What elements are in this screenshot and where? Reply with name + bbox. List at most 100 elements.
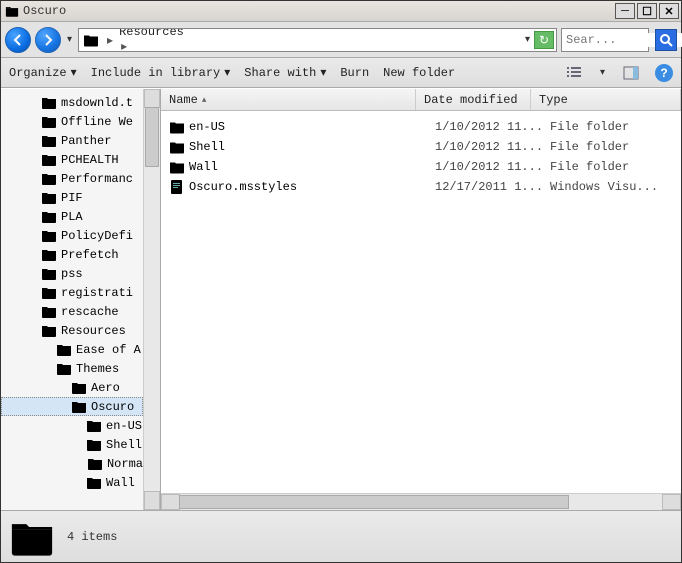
new-folder-button[interactable]: New folder	[383, 66, 455, 80]
folder-icon	[41, 134, 57, 147]
folder-icon	[87, 457, 103, 470]
tree-item[interactable]: Aero	[1, 378, 143, 397]
folder-icon	[56, 343, 72, 356]
navigation-tree: msdownld.t Offline We Panther PCHEALTH Perfo…	[1, 89, 161, 510]
file-type: File folder	[550, 120, 681, 134]
file-row[interactable]: en-US1/10/2012 11...File folder	[161, 117, 681, 137]
title-bar[interactable]: Oscuro ─ ☐ ✕	[1, 1, 681, 22]
tree-item[interactable]: Resources	[1, 321, 143, 340]
tree-item[interactable]: Offline We	[1, 112, 143, 131]
tree-item-label: Norma	[107, 457, 143, 471]
file-date: 1/10/2012 11...	[435, 140, 550, 154]
tree-item-label: Aero	[91, 381, 120, 395]
status-text: 4 items	[67, 530, 117, 544]
tree-item-label: PCHEALTH	[61, 153, 119, 167]
organize-menu[interactable]: Organize ▾	[9, 65, 77, 80]
tree-item-label: Offline We	[61, 115, 133, 129]
tree-item[interactable]: pss	[1, 264, 143, 283]
folder-icon	[86, 419, 102, 432]
view-options-button[interactable]	[564, 63, 584, 83]
tree-item[interactable]: msdownld.t	[1, 93, 143, 112]
file-row[interactable]: Oscuro.msstyles12/17/2011 1...Windows Vi…	[161, 177, 681, 197]
back-button[interactable]	[5, 27, 31, 53]
window-title: Oscuro	[23, 4, 613, 18]
folder-icon	[169, 119, 185, 135]
tree-item[interactable]: Themes	[1, 359, 143, 378]
file-row[interactable]: Shell1/10/2012 11...File folder	[161, 137, 681, 157]
folder-icon	[41, 96, 57, 109]
file-icon	[169, 179, 185, 195]
tree-item[interactable]: en-US	[1, 416, 143, 435]
tree-item-label: Themes	[76, 362, 119, 376]
folder-icon	[41, 248, 57, 261]
column-header-type[interactable]: Type	[531, 89, 681, 110]
folder-icon	[41, 153, 57, 166]
address-bar[interactable]: ▸ (C:) GLaDOS▸Windows▸Resources▸Themes▸O…	[78, 28, 557, 52]
history-dropdown[interactable]: ▾	[65, 30, 74, 50]
folder-icon	[41, 286, 57, 299]
tree-item[interactable]: rescache	[1, 302, 143, 321]
column-header-name[interactable]: Name▴	[161, 89, 416, 110]
folder-icon	[56, 362, 72, 375]
breadcrumb-sep[interactable]: ▸	[103, 33, 117, 47]
help-button[interactable]: ?	[655, 64, 673, 82]
hscroll-thumb[interactable]	[179, 495, 569, 509]
minimize-button[interactable]: ─	[615, 3, 635, 19]
tree-scrollbar[interactable]	[143, 89, 160, 510]
tree-item[interactable]: registrati	[1, 283, 143, 302]
view-options-dropdown[interactable]: ▾	[598, 63, 607, 83]
forward-button[interactable]	[35, 27, 61, 53]
tree-item[interactable]: PolicyDefi	[1, 226, 143, 245]
address-history-dropdown[interactable]: ▾	[523, 30, 532, 50]
tree-item[interactable]: PIF	[1, 188, 143, 207]
address-folder-icon	[83, 32, 99, 48]
breadcrumb-sep[interactable]: ▸	[117, 39, 131, 52]
tree-item[interactable]: Norma	[1, 454, 143, 473]
tree-item-label: PolicyDefi	[61, 229, 133, 243]
folder-icon	[41, 305, 57, 318]
burn-button[interactable]: Burn	[340, 66, 369, 80]
file-list[interactable]: en-US1/10/2012 11...File folderShell1/10…	[161, 111, 681, 493]
tree-item[interactable]: PCHEALTH	[1, 150, 143, 169]
arrow-right-icon	[41, 33, 55, 47]
tree-item[interactable]: Shell	[1, 435, 143, 454]
file-type: File folder	[550, 160, 681, 174]
tree-item-label: registrati	[61, 286, 133, 300]
file-date: 1/10/2012 11...	[435, 160, 550, 174]
tree-scroll-thumb[interactable]	[145, 107, 159, 167]
tree-item-label: PIF	[61, 191, 83, 205]
sort-asc-icon: ▴	[202, 95, 207, 105]
search-button[interactable]	[655, 29, 677, 51]
folder-icon	[41, 191, 57, 204]
refresh-button[interactable]: ↻	[534, 31, 554, 49]
tree-item-label: Oscuro	[91, 400, 134, 414]
share-with-menu[interactable]: Share with ▾	[244, 65, 326, 80]
preview-pane-toggle[interactable]	[621, 63, 641, 83]
file-row[interactable]: Wall1/10/2012 11...File folder	[161, 157, 681, 177]
folder-icon	[41, 210, 57, 223]
tree-item[interactable]: PLA	[1, 207, 143, 226]
tree-item[interactable]: Prefetch	[1, 245, 143, 264]
folder-icon	[169, 139, 185, 155]
folder-icon	[41, 267, 57, 280]
tree-item[interactable]: Performanc	[1, 169, 143, 188]
maximize-button[interactable]: ☐	[637, 3, 657, 19]
tree-item-label: msdownld.t	[61, 96, 133, 110]
preview-pane-icon	[623, 66, 639, 80]
tree-item[interactable]: Ease of A	[1, 340, 143, 359]
close-button[interactable]: ✕	[659, 3, 679, 19]
include-library-menu[interactable]: Include in library ▾	[91, 65, 231, 80]
column-header-date[interactable]: Date modified	[416, 89, 531, 110]
tree-item[interactable]: Wall	[1, 473, 143, 492]
breadcrumb-segment[interactable]: Resources	[117, 28, 200, 40]
file-type: Windows Visu...	[550, 180, 681, 194]
tree-item-label: Ease of A	[76, 343, 141, 357]
tree-item[interactable]: Oscuro	[1, 397, 143, 416]
tree-item[interactable]: Panther	[1, 131, 143, 150]
tree-item-label: Panther	[61, 134, 111, 148]
file-date: 1/10/2012 11...	[435, 120, 550, 134]
file-date: 12/17/2011 1...	[435, 180, 550, 194]
folder-icon	[41, 229, 57, 242]
search-box[interactable]	[561, 28, 649, 52]
file-list-hscroll[interactable]	[161, 493, 681, 510]
